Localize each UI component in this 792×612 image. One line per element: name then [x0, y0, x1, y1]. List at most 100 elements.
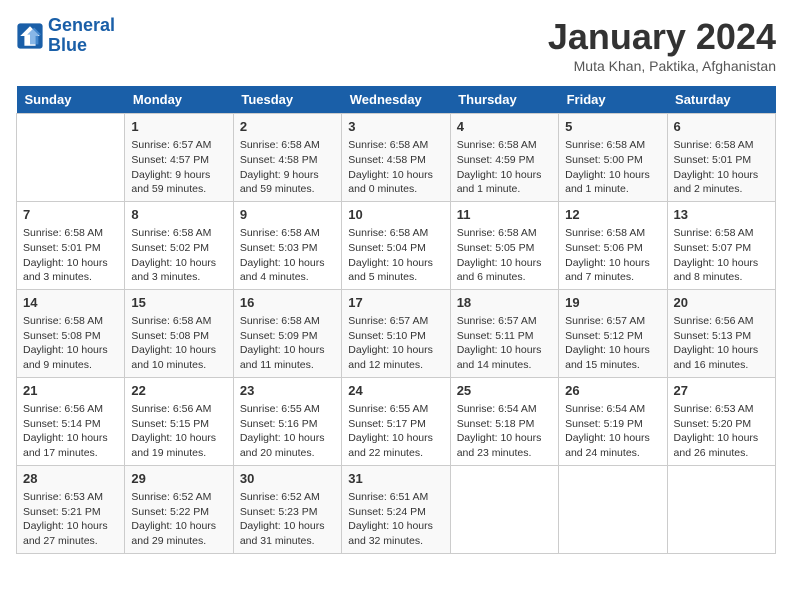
logo-text: General Blue: [48, 16, 115, 56]
day-header-wednesday: Wednesday: [342, 86, 450, 114]
day-info: Sunrise: 6:58 AMSunset: 5:03 PMDaylight:…: [240, 226, 335, 285]
day-header-sunday: Sunday: [17, 86, 125, 114]
week-row-2: 7 Sunrise: 6:58 AMSunset: 5:01 PMDaylight…: [17, 201, 776, 289]
day-info: Sunrise: 6:58 AMSunset: 5:09 PMDaylight:…: [240, 314, 335, 373]
calendar-cell: 30 Sunrise: 6:52 AMSunset: 5:23 PMDayligh…: [233, 465, 341, 553]
day-number: 30: [240, 470, 335, 488]
calendar-cell: 6 Sunrise: 6:58 AMSunset: 5:01 PMDaylight…: [667, 114, 775, 202]
day-number: 14: [23, 294, 118, 312]
calendar-cell: 28 Sunrise: 6:53 AMSunset: 5:21 PMDayligh…: [17, 465, 125, 553]
day-info: Sunrise: 6:57 AMSunset: 5:11 PMDaylight:…: [457, 314, 552, 373]
day-number: 12: [565, 206, 660, 224]
calendar-cell: 12 Sunrise: 6:58 AMSunset: 5:06 PMDayligh…: [559, 201, 667, 289]
day-info: Sunrise: 6:53 AMSunset: 5:21 PMDaylight:…: [23, 490, 118, 549]
calendar-cell: 23 Sunrise: 6:55 AMSunset: 5:16 PMDayligh…: [233, 377, 341, 465]
day-info: Sunrise: 6:58 AMSunset: 4:59 PMDaylight:…: [457, 138, 552, 197]
calendar-cell: 13 Sunrise: 6:58 AMSunset: 5:07 PMDayligh…: [667, 201, 775, 289]
day-number: 16: [240, 294, 335, 312]
location: Muta Khan, Paktika, Afghanistan: [548, 58, 776, 74]
calendar-cell: 27Sunrise: 6:53 AMSunset: 5:20 PMDayligh…: [667, 377, 775, 465]
day-info: Sunrise: 6:58 AMSunset: 5:02 PMDaylight:…: [131, 226, 226, 285]
calendar-cell: 25Sunrise: 6:54 AMSunset: 5:18 PMDayligh…: [450, 377, 558, 465]
day-info: Sunrise: 6:56 AMSunset: 5:15 PMDaylight:…: [131, 402, 226, 461]
day-info: Sunrise: 6:52 AMSunset: 5:23 PMDaylight:…: [240, 490, 335, 549]
week-row-1: 1 Sunrise: 6:57 AMSunset: 4:57 PMDaylight…: [17, 114, 776, 202]
day-number: 26: [565, 382, 660, 400]
day-number: 29: [131, 470, 226, 488]
day-info: Sunrise: 6:56 AMSunset: 5:14 PMDaylight:…: [23, 402, 118, 461]
calendar-cell: 17Sunrise: 6:57 AMSunset: 5:10 PMDayligh…: [342, 289, 450, 377]
day-info: Sunrise: 6:52 AMSunset: 5:22 PMDaylight:…: [131, 490, 226, 549]
calendar-cell: 22 Sunrise: 6:56 AMSunset: 5:15 PMDayligh…: [125, 377, 233, 465]
calendar-cell: [559, 465, 667, 553]
day-info: Sunrise: 6:58 AMSunset: 5:07 PMDaylight:…: [674, 226, 769, 285]
day-number: 10: [348, 206, 443, 224]
day-number: 13: [674, 206, 769, 224]
calendar-cell: 16 Sunrise: 6:58 AMSunset: 5:09 PMDayligh…: [233, 289, 341, 377]
calendar-cell: 5 Sunrise: 6:58 AMSunset: 5:00 PMDaylight…: [559, 114, 667, 202]
week-row-4: 21 Sunrise: 6:56 AMSunset: 5:14 PMDayligh…: [17, 377, 776, 465]
day-number: 5: [565, 118, 660, 136]
day-number: 6: [674, 118, 769, 136]
day-info: Sunrise: 6:55 AMSunset: 5:17 PMDaylight:…: [348, 402, 443, 461]
logo: General Blue: [16, 16, 115, 56]
calendar-cell: [450, 465, 558, 553]
day-number: 15: [131, 294, 226, 312]
calendar-cell: 7 Sunrise: 6:58 AMSunset: 5:01 PMDaylight…: [17, 201, 125, 289]
day-info: Sunrise: 6:55 AMSunset: 5:16 PMDaylight:…: [240, 402, 335, 461]
day-info: Sunrise: 6:57 AMSunset: 4:57 PMDaylight:…: [131, 138, 226, 197]
day-info: Sunrise: 6:58 AMSunset: 5:08 PMDaylight:…: [131, 314, 226, 373]
calendar-cell: 20Sunrise: 6:56 AMSunset: 5:13 PMDayligh…: [667, 289, 775, 377]
calendar-cell: 31Sunrise: 6:51 AMSunset: 5:24 PMDayligh…: [342, 465, 450, 553]
day-info: Sunrise: 6:58 AMSunset: 5:01 PMDaylight:…: [674, 138, 769, 197]
calendar-cell: 19 Sunrise: 6:57 AMSunset: 5:12 PMDayligh…: [559, 289, 667, 377]
calendar-cell: 4 Sunrise: 6:58 AMSunset: 4:59 PMDaylight…: [450, 114, 558, 202]
day-number: 24: [348, 382, 443, 400]
day-number: 21: [23, 382, 118, 400]
day-number: 19: [565, 294, 660, 312]
day-info: Sunrise: 6:58 AMSunset: 4:58 PMDaylight:…: [240, 138, 335, 197]
day-number: 9: [240, 206, 335, 224]
day-info: Sunrise: 6:51 AMSunset: 5:24 PMDaylight:…: [348, 490, 443, 549]
day-info: Sunrise: 6:58 AMSunset: 5:01 PMDaylight:…: [23, 226, 118, 285]
day-number: 11: [457, 206, 552, 224]
calendar-cell: [667, 465, 775, 553]
day-number: 28: [23, 470, 118, 488]
day-number: 2: [240, 118, 335, 136]
day-info: Sunrise: 6:58 AMSunset: 5:00 PMDaylight:…: [565, 138, 660, 197]
calendar-cell: 10 Sunrise: 6:58 AMSunset: 5:04 PMDayligh…: [342, 201, 450, 289]
day-info: Sunrise: 6:58 AMSunset: 5:08 PMDaylight:…: [23, 314, 118, 373]
calendar-cell: 8 Sunrise: 6:58 AMSunset: 5:02 PMDaylight…: [125, 201, 233, 289]
page-header: General Blue January 2024 Muta Khan, Pak…: [16, 16, 776, 74]
logo-line2: Blue: [48, 36, 115, 56]
day-number: 22: [131, 382, 226, 400]
calendar-cell: 2 Sunrise: 6:58 AMSunset: 4:58 PMDaylight…: [233, 114, 341, 202]
day-info: Sunrise: 6:57 AMSunset: 5:12 PMDaylight:…: [565, 314, 660, 373]
day-number: 7: [23, 206, 118, 224]
calendar-cell: 26Sunrise: 6:54 AMSunset: 5:19 PMDayligh…: [559, 377, 667, 465]
day-number: 8: [131, 206, 226, 224]
day-info: Sunrise: 6:58 AMSunset: 5:06 PMDaylight:…: [565, 226, 660, 285]
day-number: 1: [131, 118, 226, 136]
week-row-3: 14 Sunrise: 6:58 AMSunset: 5:08 PMDayligh…: [17, 289, 776, 377]
day-info: Sunrise: 6:54 AMSunset: 5:18 PMDaylight:…: [457, 402, 552, 461]
month-title: January 2024: [548, 16, 776, 58]
logo-icon: [16, 22, 44, 50]
calendar-cell: 15 Sunrise: 6:58 AMSunset: 5:08 PMDayligh…: [125, 289, 233, 377]
day-header-friday: Friday: [559, 86, 667, 114]
title-block: January 2024 Muta Khan, Paktika, Afghani…: [548, 16, 776, 74]
calendar-cell: 9 Sunrise: 6:58 AMSunset: 5:03 PMDaylight…: [233, 201, 341, 289]
day-header-tuesday: Tuesday: [233, 86, 341, 114]
logo-line1: General: [48, 15, 115, 35]
day-info: Sunrise: 6:58 AMSunset: 4:58 PMDaylight:…: [348, 138, 443, 197]
calendar-cell: 24 Sunrise: 6:55 AMSunset: 5:17 PMDayligh…: [342, 377, 450, 465]
day-number: 23: [240, 382, 335, 400]
calendar-cell: 29 Sunrise: 6:52 AMSunset: 5:22 PMDayligh…: [125, 465, 233, 553]
day-number: 4: [457, 118, 552, 136]
day-info: Sunrise: 6:53 AMSunset: 5:20 PMDaylight:…: [674, 402, 769, 461]
calendar-table: SundayMondayTuesdayWednesdayThursdayFrid…: [16, 86, 776, 554]
day-info: Sunrise: 6:58 AMSunset: 5:05 PMDaylight:…: [457, 226, 552, 285]
day-info: Sunrise: 6:58 AMSunset: 5:04 PMDaylight:…: [348, 226, 443, 285]
day-info: Sunrise: 6:57 AMSunset: 5:10 PMDaylight:…: [348, 314, 443, 373]
day-number: 20: [674, 294, 769, 312]
